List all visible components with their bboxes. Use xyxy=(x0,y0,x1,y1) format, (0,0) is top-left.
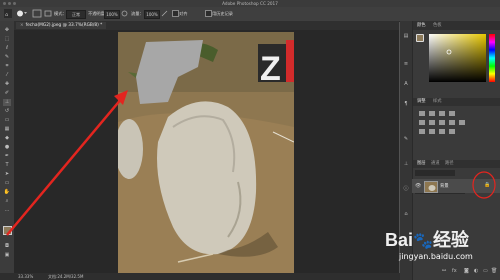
paw-icon: 🐾 xyxy=(413,233,433,250)
watermark-brand2: 经验 xyxy=(432,230,469,250)
watermark-url: jingyan.baidu.com xyxy=(399,252,473,261)
clone-source-panel-icon[interactable]: ⊥ xyxy=(403,161,409,167)
tab-swatches[interactable]: 色板 xyxy=(433,22,442,29)
document-info: 文档:24.2M/32.5M xyxy=(48,274,84,279)
layers-panel-header: 图层 通道 路径 xyxy=(413,160,500,168)
layer-filter-select[interactable] xyxy=(415,170,455,176)
navigator-panel-icon[interactable]: ⌂ xyxy=(403,211,409,217)
canvas-area[interactable]: Z xyxy=(6,30,399,273)
adjustment-buttons xyxy=(417,109,487,137)
layer-thumbnail xyxy=(424,181,438,193)
annotation-ellipse xyxy=(472,171,496,199)
color-picker-field[interactable] xyxy=(429,34,486,82)
tab-paths[interactable]: 路径 xyxy=(445,160,454,167)
tab-color[interactable]: 颜色 xyxy=(417,22,426,29)
annotation-arrow xyxy=(6,90,128,236)
paragraph-panel-icon[interactable]: ¶ xyxy=(403,101,409,107)
status-bar: 33.33% 文档:24.2M/32.5M xyxy=(0,273,400,280)
history-panel-icon[interactable]: ▤ xyxy=(403,33,409,39)
panel-fg-swatch[interactable] xyxy=(416,34,424,42)
zoom-level[interactable]: 33.33% xyxy=(18,273,33,280)
layer-visibility-icon[interactable]: 👁 xyxy=(415,183,421,189)
watermark-logo: Bai🐾经验 xyxy=(385,226,469,252)
tab-adjustments[interactable]: 调整 xyxy=(417,98,426,105)
tab-styles[interactable]: 样式 xyxy=(433,98,442,105)
brush-panel-icon[interactable]: ✎ xyxy=(403,136,409,142)
layer-name[interactable]: 背景 xyxy=(440,183,449,189)
baidu-watermark: Bai🐾经验 jingyan.baidu.com xyxy=(385,226,495,272)
adjustments-header: 调整 样式 xyxy=(413,98,500,106)
watermark-brand: Bai xyxy=(385,230,414,250)
character-panel-icon[interactable]: A xyxy=(403,81,409,87)
hue-slider[interactable] xyxy=(489,34,495,82)
info-panel-icon[interactable]: ⓘ xyxy=(403,186,409,192)
color-panel-header: 颜色 色板 xyxy=(413,21,500,30)
properties-panel-icon[interactable]: ≡ xyxy=(403,61,409,67)
tab-layers[interactable]: 图层 xyxy=(417,160,426,167)
tab-channels[interactable]: 通道 xyxy=(431,160,440,167)
